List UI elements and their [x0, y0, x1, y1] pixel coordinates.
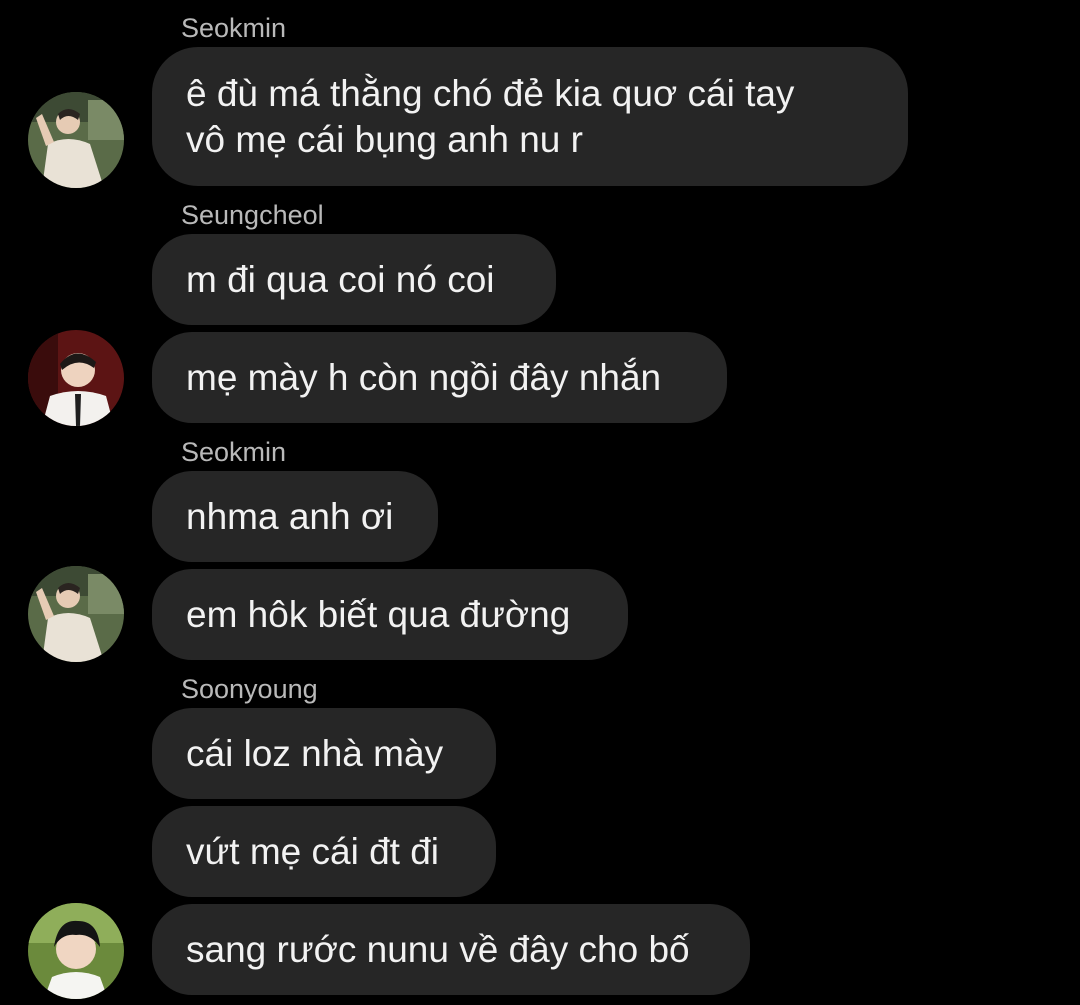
sender-name: Soonyoung — [181, 674, 318, 704]
chat-thread: Seokmin ê đù má thằng chó đẻ kia quơ cái… — [0, 0, 1080, 1005]
profile-photo-icon — [28, 566, 124, 662]
message-bubble[interactable]: cái loz nhà mày — [152, 708, 496, 799]
avatar-soonyoung[interactable] — [28, 903, 124, 999]
message-bubble[interactable]: nhma anh ơi — [152, 471, 438, 562]
avatar-seokmin[interactable] — [28, 566, 124, 662]
profile-photo-icon — [28, 330, 124, 426]
sender-name: Seokmin — [181, 13, 287, 43]
message-bubble[interactable]: mẹ mày h còn ngồi đây nhắn — [152, 332, 727, 423]
message-bubble[interactable]: sang rước nunu về đây cho bố — [152, 904, 750, 995]
message-bubble[interactable]: m đi qua coi nó coi — [152, 234, 556, 325]
message-bubble[interactable]: em hôk biết qua đường — [152, 569, 628, 660]
sender-name: Seokmin — [181, 437, 287, 467]
sender-name: Seungcheol — [181, 200, 324, 230]
message-bubble[interactable]: ê đù má thằng chó đẻ kia quơ cái tay vô … — [152, 47, 908, 186]
message-bubble[interactable]: vứt mẹ cái đt đi — [152, 806, 496, 897]
profile-photo-icon — [28, 903, 124, 999]
profile-photo-icon — [28, 92, 124, 188]
avatar-seokmin[interactable] — [28, 92, 124, 188]
avatar-seungcheol[interactable] — [28, 330, 124, 426]
